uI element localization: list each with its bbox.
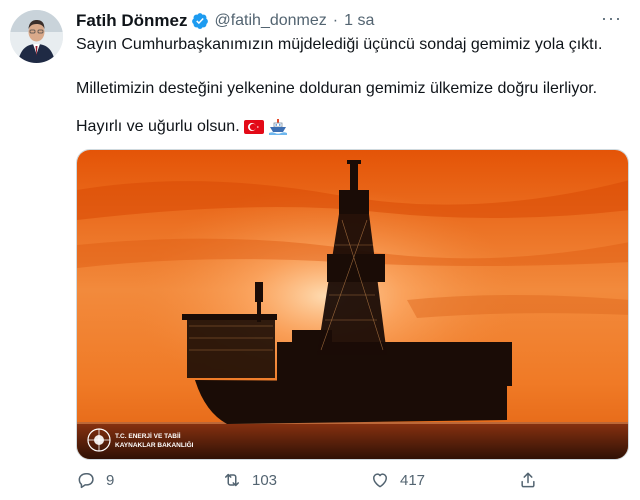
tweet-media-image[interactable]: T.C. ENERJİ VE TABİİ KAYNAKLAR BAKANLIĞI [76,149,629,460]
like-button[interactable]: 417 [370,470,425,490]
retweet-count: 103 [252,471,278,489]
ship-icon [268,119,287,135]
avatar[interactable] [10,10,63,63]
separator-dot: · [332,12,339,29]
reply-button[interactable]: 9 [76,470,114,490]
tweet-text-line-1: Sayın Cumhurbaşkanımızın müjdelediği üçü… [76,36,603,53]
ministry-logo [87,428,111,452]
share-icon [521,472,535,488]
tweet: Fatih Dönmez @fatih_donmez · 1 sa ··· Sa… [0,0,640,500]
heart-icon [373,473,387,488]
watermark-line-2: KAYNAKLAR BAKANLIĞI [115,440,194,449]
avatar-image [10,10,63,63]
turkey-flag-icon [243,120,264,134]
author-handle[interactable]: @fatih_donmez [214,12,326,30]
author-name[interactable]: Fatih Dönmez [76,11,187,31]
share-button[interactable] [518,470,538,490]
like-count: 417 [400,471,426,489]
tweet-text-line-3-label: Hayırlı ve uğurlu olsun. [76,118,240,135]
tweet-text-line-2: Milletimizin desteğini yelkenine doldura… [76,80,598,97]
drillship-photo: T.C. ENERJİ VE TABİİ KAYNAKLAR BAKANLIĞI [77,150,628,459]
reply-icon [78,473,94,489]
more-options-icon[interactable]: ··· [601,8,622,29]
retweet-button[interactable]: 103 [222,470,277,490]
verified-badge-icon [192,13,209,29]
tweet-actions: 9 103 417 [76,470,546,494]
tweet-header: Fatih Dönmez @fatih_donmez · 1 sa [76,10,374,32]
tweet-text-line-3: Hayırlı ve uğurlu olsun. [76,118,288,136]
watermark-line-1: T.C. ENERJİ VE TABİİ [115,432,181,440]
retweet-icon [225,473,239,487]
reply-count: 9 [106,471,115,489]
timestamp[interactable]: 1 sa [344,12,374,30]
